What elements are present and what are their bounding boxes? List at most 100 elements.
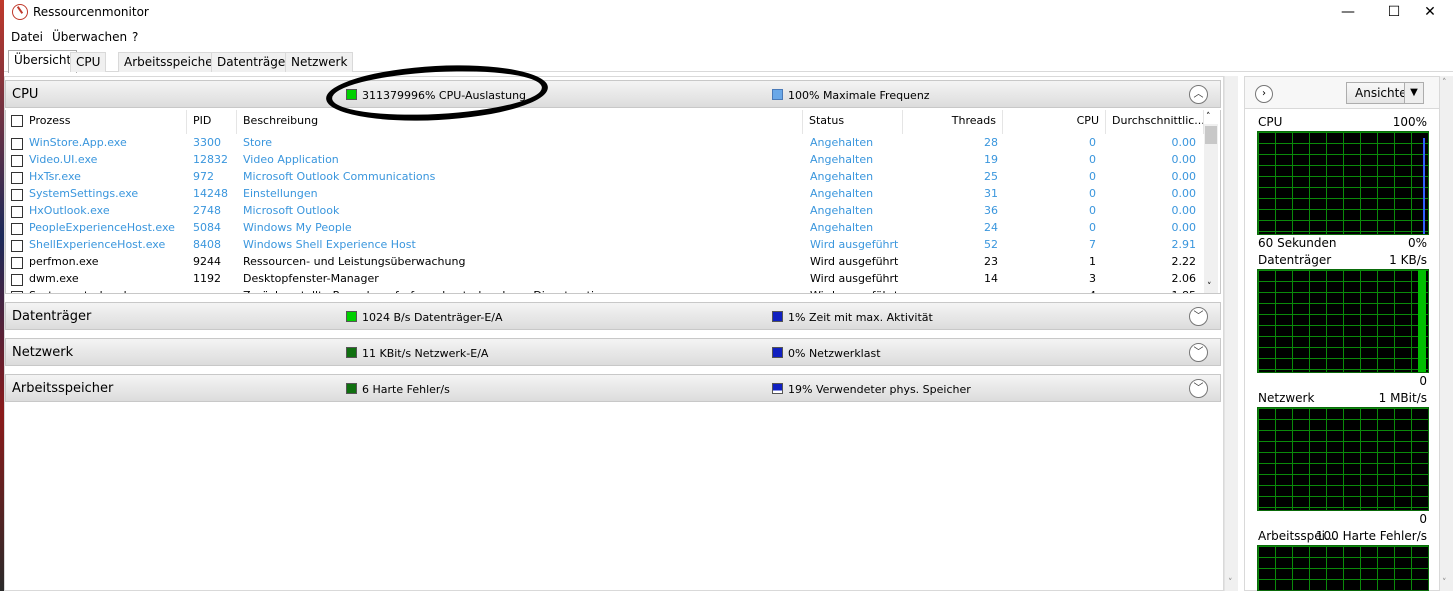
scroll-down-icon[interactable]: ˅ (1228, 578, 1233, 588)
disk-section-header[interactable]: Datenträger 1024 B/s Datenträger-E/A 1% … (5, 302, 1221, 330)
cell-process-name: Video.UI.exe (29, 153, 98, 166)
cell-description: Microsoft Outlook (243, 204, 340, 217)
menu-file[interactable]: Datei (11, 30, 43, 44)
cell-description: Store (243, 136, 273, 149)
menu-monitor[interactable]: Überwachen (52, 30, 127, 44)
cell-average-cpu: 1.85 (1098, 289, 1197, 293)
cell-cpu: 0 (1089, 136, 1096, 149)
memory-section-header[interactable]: Arbeitsspeicher 6 Harte Fehler/s 19% Ver… (5, 374, 1221, 402)
tab-memory[interactable]: Arbeitsspeicher (118, 52, 224, 72)
cell-status: Wird ausgeführt (810, 272, 899, 285)
column-cpu[interactable]: CPU (1003, 110, 1106, 134)
table-row[interactable]: Systemunterbrechungen Zurückgestellte Pro… (6, 288, 1204, 293)
table-row[interactable]: HxTsr.exe 972 Microsoft Outlook Communicat… (6, 169, 1204, 186)
row-checkbox[interactable] (11, 155, 23, 167)
graph-label: CPU (1258, 115, 1283, 129)
scroll-up-icon[interactable]: ˄ (1442, 78, 1447, 88)
views-dropdown-icon[interactable]: ▼ (1404, 82, 1424, 104)
cell-cpu: 3 (1089, 272, 1096, 285)
table-row[interactable]: WinStore.App.exe 3300 Store Angehalten 28 0 0.… (6, 135, 1204, 152)
cell-process-name: Systemunterbrechungen (29, 289, 189, 293)
network-graph (1257, 407, 1429, 511)
cell-process-name: perfmon.exe (29, 255, 99, 268)
column-threads[interactable]: Threads (903, 110, 1003, 134)
select-all-checkbox[interactable] (11, 115, 23, 127)
menu-help[interactable]: ? (132, 30, 138, 44)
row-checkbox[interactable] (11, 138, 23, 150)
cell-pid: 14248 (193, 187, 228, 200)
cell-status: Wird ausgeführt (810, 238, 899, 251)
column-status[interactable]: Status ˄ (803, 110, 903, 134)
title-bar (4, 0, 1453, 24)
close-button[interactable]: ✕ (1407, 0, 1453, 24)
tab-overview[interactable]: Übersicht (8, 50, 78, 73)
main-scrollbar[interactable]: ˅ (1224, 76, 1238, 591)
row-checkbox[interactable] (11, 257, 23, 269)
cell-cpu: 0 (1089, 221, 1096, 234)
cpu-frequency-text: 100% Maximale Frequenz (788, 89, 930, 102)
table-row[interactable]: PeopleExperienceHost.exe 5084 Windows My P… (6, 220, 1204, 237)
scroll-down-icon[interactable]: ˅ (1207, 282, 1212, 292)
row-checkbox[interactable] (11, 189, 23, 201)
cell-threads: 52 (984, 238, 998, 251)
row-checkbox[interactable] (11, 172, 23, 184)
table-row[interactable]: SystemSettings.exe 14248 Einstellungen Ange… (6, 186, 1204, 203)
graph-min: 0% (1407, 236, 1427, 250)
table-row[interactable]: ShellExperienceHost.exe 8408 Windows Shell… (6, 237, 1204, 254)
cell-average-cpu: 2.91 (1171, 238, 1197, 251)
table-scrollbar[interactable]: ˅ (1204, 124, 1218, 293)
cell-description: Windows My People (243, 221, 352, 234)
sort-arrow-icon: ˄ (849, 110, 854, 116)
cell-average-cpu: 0.00 (1171, 153, 1197, 166)
disk-io-indicator: 1024 B/s Datenträger-E/A (346, 311, 503, 324)
row-checkbox[interactable] (11, 291, 23, 293)
network-section-header[interactable]: Netzwerk 11 KBit/s Netzwerk-E/A 0% Netzw… (5, 338, 1221, 366)
memory-faults-indicator: 6 Harte Fehler/s (346, 383, 450, 396)
cell-pid: 12832 (193, 153, 228, 166)
table-row[interactable]: Video.UI.exe 12832 Video Application Angeha… (6, 152, 1204, 169)
row-checkbox[interactable] (11, 274, 23, 286)
row-checkbox[interactable] (11, 206, 23, 218)
graph-label: Netzwerk (1258, 391, 1315, 405)
cpu-section-header[interactable]: CPU 311379996% CPU-Auslastung 100% Maxim… (5, 80, 1221, 108)
scroll-up-icon[interactable]: ˄ (1206, 112, 1211, 122)
cell-pid: 1192 (193, 272, 221, 285)
table-row[interactable]: dwm.exe 1192 Desktopfenster-Manager Wird au… (6, 271, 1204, 288)
cell-process-name: HxTsr.exe (29, 170, 81, 183)
cell-average-cpu: 0.00 (1171, 204, 1197, 217)
collapse-chevron-icon[interactable]: ︿ (1189, 85, 1208, 104)
tab-network[interactable]: Netzwerk (285, 52, 354, 72)
cell-pid: 2748 (193, 204, 221, 217)
expand-chevron-icon[interactable]: ﹀ (1189, 343, 1208, 362)
table-row[interactable]: perfmon.exe 9244 Ressourcen- und Leistungs… (6, 254, 1204, 271)
scroll-down-icon[interactable]: ˅ (1442, 578, 1447, 588)
column-pid[interactable]: PID (187, 110, 237, 134)
graphs-scrollbar[interactable]: ˄ ˅ (1440, 76, 1453, 591)
column-process[interactable]: Prozess (6, 110, 187, 134)
cell-threads: 36 (984, 204, 998, 217)
column-average[interactable]: Durchschnittlic... (1106, 110, 1204, 134)
section-title: CPU (12, 87, 39, 102)
expand-chevron-icon[interactable]: ﹀ (1189, 379, 1208, 398)
green-square-icon (346, 311, 357, 322)
cell-threads: 19 (984, 153, 998, 166)
cell-average-cpu: 2.22 (1171, 255, 1197, 268)
expand-chevron-icon[interactable]: ﹀ (1189, 307, 1208, 326)
minimize-button[interactable]: — (1325, 0, 1371, 24)
cell-status: Angehalten (810, 136, 874, 149)
tab-disk[interactable]: Datenträger (211, 52, 297, 72)
blue-square-icon (772, 383, 783, 394)
expand-arrow-icon[interactable]: › (1255, 85, 1273, 103)
row-checkbox[interactable] (11, 240, 23, 252)
table-row[interactable]: HxOutlook.exe 2748 Microsoft Outlook Angeha… (6, 203, 1204, 220)
cell-description: Windows Shell Experience Host (243, 238, 416, 251)
graph-min: 0 (1419, 374, 1427, 388)
graph-max: 100 Harte Fehler/s (1315, 529, 1427, 543)
tab-cpu[interactable]: CPU (70, 52, 107, 72)
column-description[interactable]: Beschreibung (237, 110, 803, 134)
scroll-thumb[interactable] (1205, 126, 1217, 144)
row-checkbox[interactable] (11, 223, 23, 235)
cell-status: Angehalten (810, 221, 874, 234)
green-square-icon (346, 347, 357, 358)
cell-threads: 31 (984, 187, 998, 200)
